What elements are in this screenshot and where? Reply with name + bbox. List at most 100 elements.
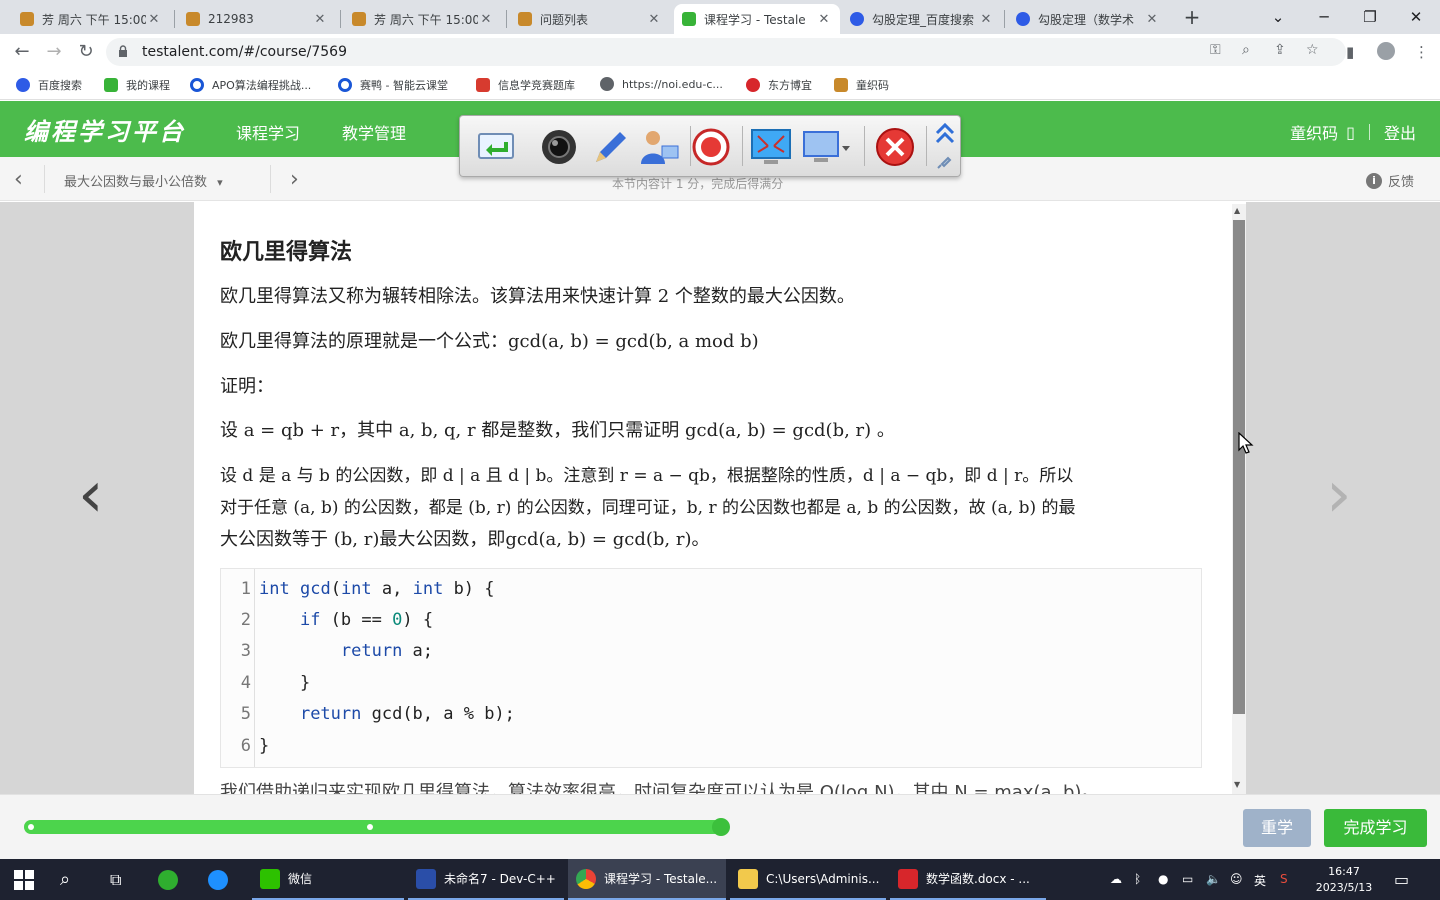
new-tab-button[interactable]: + [1180,5,1204,29]
windows-start-icon[interactable] [14,870,34,890]
url-text: testalent.com/#/course/7569 [142,44,347,60]
feedback-button[interactable]: i 反馈 [1365,171,1414,190]
share-icon[interactable]: ⇪ [1274,42,1286,58]
bookmark-item[interactable]: 百度搜索 [16,77,82,93]
zoom-icon[interactable]: ⌕ [1242,42,1250,58]
prev-page-chevron-icon[interactable]: ‹ [78,458,104,532]
onedrive-icon[interactable]: ☁ [1110,872,1122,886]
screen-icon[interactable] [750,126,792,168]
code-line: 2 if (b == 0) { [221,605,1201,636]
profile-avatar-icon[interactable] [1377,42,1395,60]
close-icon[interactable]: ✕ [146,12,162,27]
next-page-chevron-icon[interactable]: › [1326,458,1352,532]
code-line: 3 return a; [221,636,1201,667]
taskbar-clock[interactable]: 16:47 2023/5/13 [1309,864,1379,896]
browser-tab[interactable]: 勾股定理_百度搜索 ✕ [842,4,1002,34]
close-icon[interactable]: ✕ [478,12,494,27]
user-area: 童织码 ▯ 登出 [1290,120,1416,144]
ie-icon[interactable] [208,859,236,900]
bookmark-item[interactable]: https://noi.edu-c... [600,77,723,91]
folder-icon [738,868,758,889]
wechat-tray-icon[interactable]: ● [1158,872,1168,886]
close-icon[interactable]: ✕ [1144,12,1160,27]
minimize-button[interactable]: ─ [1302,4,1346,30]
key-icon[interactable]: ⚿ [1210,42,1221,58]
close-icon[interactable]: ✕ [312,12,328,27]
tab-title: 芳 周六 下午 15:00 [374,12,478,27]
double-chevron-up-icon[interactable] [934,120,956,146]
forward-arrow-icon[interactable]: → [40,39,68,65]
camera-lens-icon[interactable] [538,126,580,168]
ime-indicator[interactable]: 英 [1254,872,1266,889]
taskbar-app-wechat[interactable]: 微信 [252,859,404,900]
code-block[interactable]: 1 int gcd(int a, int b) { 2 if (b == 0) {… [220,568,1202,768]
user-name[interactable]: 童织码 [1290,120,1338,144]
presenter-icon[interactable] [638,126,680,168]
menu-kebab-icon[interactable]: ⋮ [1414,43,1429,61]
site-logo[interactable]: 编程学习平台 [24,112,186,147]
bookmark-item[interactable]: 东方博宜 [746,77,812,93]
bookmark-item[interactable]: 信息学竞赛题库 [476,77,575,93]
close-window-button[interactable]: ✕ [1394,4,1438,30]
progress-knob[interactable] [711,818,730,836]
restore-button[interactable]: ❐ [1348,4,1392,30]
monitor-dropdown-icon[interactable] [802,126,854,168]
pin-icon[interactable] [936,152,954,170]
code-line: 1 int gcd(int a, int b) { [221,574,1201,605]
code-line-text: if (b == 0) { [299,610,434,630]
browser-tab[interactable]: 芳 周六 下午 15:00 ✕ [344,4,502,34]
sogou-icon[interactable]: S [1280,872,1288,886]
prev-lesson-chevron-icon[interactable]: ‹ [14,167,23,192]
browser-tab[interactable]: 芳 周六 下午 15:00 ✕ [12,4,170,34]
close-circle-icon[interactable] [874,126,916,168]
bookmark-item[interactable]: 童织码 [834,77,889,93]
logout-link[interactable]: 登出 [1384,120,1416,144]
close-icon[interactable]: ✕ [816,12,832,27]
code-line: 4 } [221,668,1201,699]
reload-icon[interactable]: ↻ [72,39,100,65]
task-view-icon[interactable]: ⧉ [110,859,134,900]
apo-icon [190,78,204,92]
emoji-icon[interactable]: ☺ [1230,872,1243,886]
scroll-up-icon[interactable]: ▲ [1234,206,1240,215]
taskbar-app-wps[interactable]: 数学函数.docx - ... [890,859,1046,900]
side-panel-icon[interactable]: ▮ [1346,43,1354,61]
return-arrow-icon[interactable] [476,126,518,168]
bookmark-star-icon[interactable]: ☆ [1306,42,1319,58]
progress-track[interactable] [24,818,730,836]
network-icon[interactable]: ▭ [1182,872,1193,886]
finish-learning-button[interactable]: 完成学习 [1324,809,1427,847]
bluetooth-icon[interactable]: ᛒ [1134,872,1141,886]
record-icon[interactable] [690,126,732,168]
nav-teaching-management[interactable]: 教学管理 [342,120,406,144]
nav-course-study[interactable]: 课程学习 [236,120,300,144]
taskbar-app-chrome[interactable]: 课程学习 - Testale... [568,859,726,900]
search-icon[interactable]: ⌕ [60,859,84,900]
tab-search-icon[interactable]: ⌄ [1256,4,1300,30]
bookmark-item[interactable]: APO算法编程挑战... [190,77,311,93]
taskbar-app-devcpp[interactable]: 未命名7 - Dev-C++ [408,859,564,900]
taskbar-app-explorer[interactable]: C:\Users\Adminis... [730,859,886,900]
tongzhima-icon [834,78,848,92]
browser-tab[interactable]: 勾股定理（数学术 ✕ [1008,4,1168,34]
bookmark-item[interactable]: 赛鸭 - 智能云课堂 [338,77,448,93]
close-icon[interactable]: ✕ [646,12,662,27]
browser-tab-active[interactable]: 课程学习 - Testale ✕ [674,4,840,34]
notification-icon[interactable]: ▭ [1394,870,1409,889]
scrollbar-thumb[interactable] [1233,220,1245,714]
back-arrow-icon[interactable]: ← [8,39,36,65]
next-lesson-chevron-icon[interactable]: › [290,167,299,192]
pen-icon[interactable] [588,126,630,168]
close-icon[interactable]: ✕ [978,12,994,27]
baidu-paw-icon [1016,12,1030,26]
volume-icon[interactable]: 🔈 [1206,872,1221,886]
lesson-selector[interactable]: 最大公因数与最小公倍数 ▾ [64,171,223,190]
scroll-down-icon[interactable]: ▼ [1234,780,1240,789]
browser-tab[interactable]: 212983 ✕ [178,4,336,34]
address-bar[interactable]: testalent.com/#/course/7569 ⚿ ⌕ ⇪ ☆ [106,38,1346,66]
browser-tab[interactable]: 问题列表 ✕ [510,4,670,34]
bookmark-item[interactable]: 我的课程 [104,77,170,93]
relearn-button[interactable]: 重学 [1243,809,1311,847]
browser-360-icon[interactable] [158,859,186,900]
tab-title: 212983 [208,12,254,26]
